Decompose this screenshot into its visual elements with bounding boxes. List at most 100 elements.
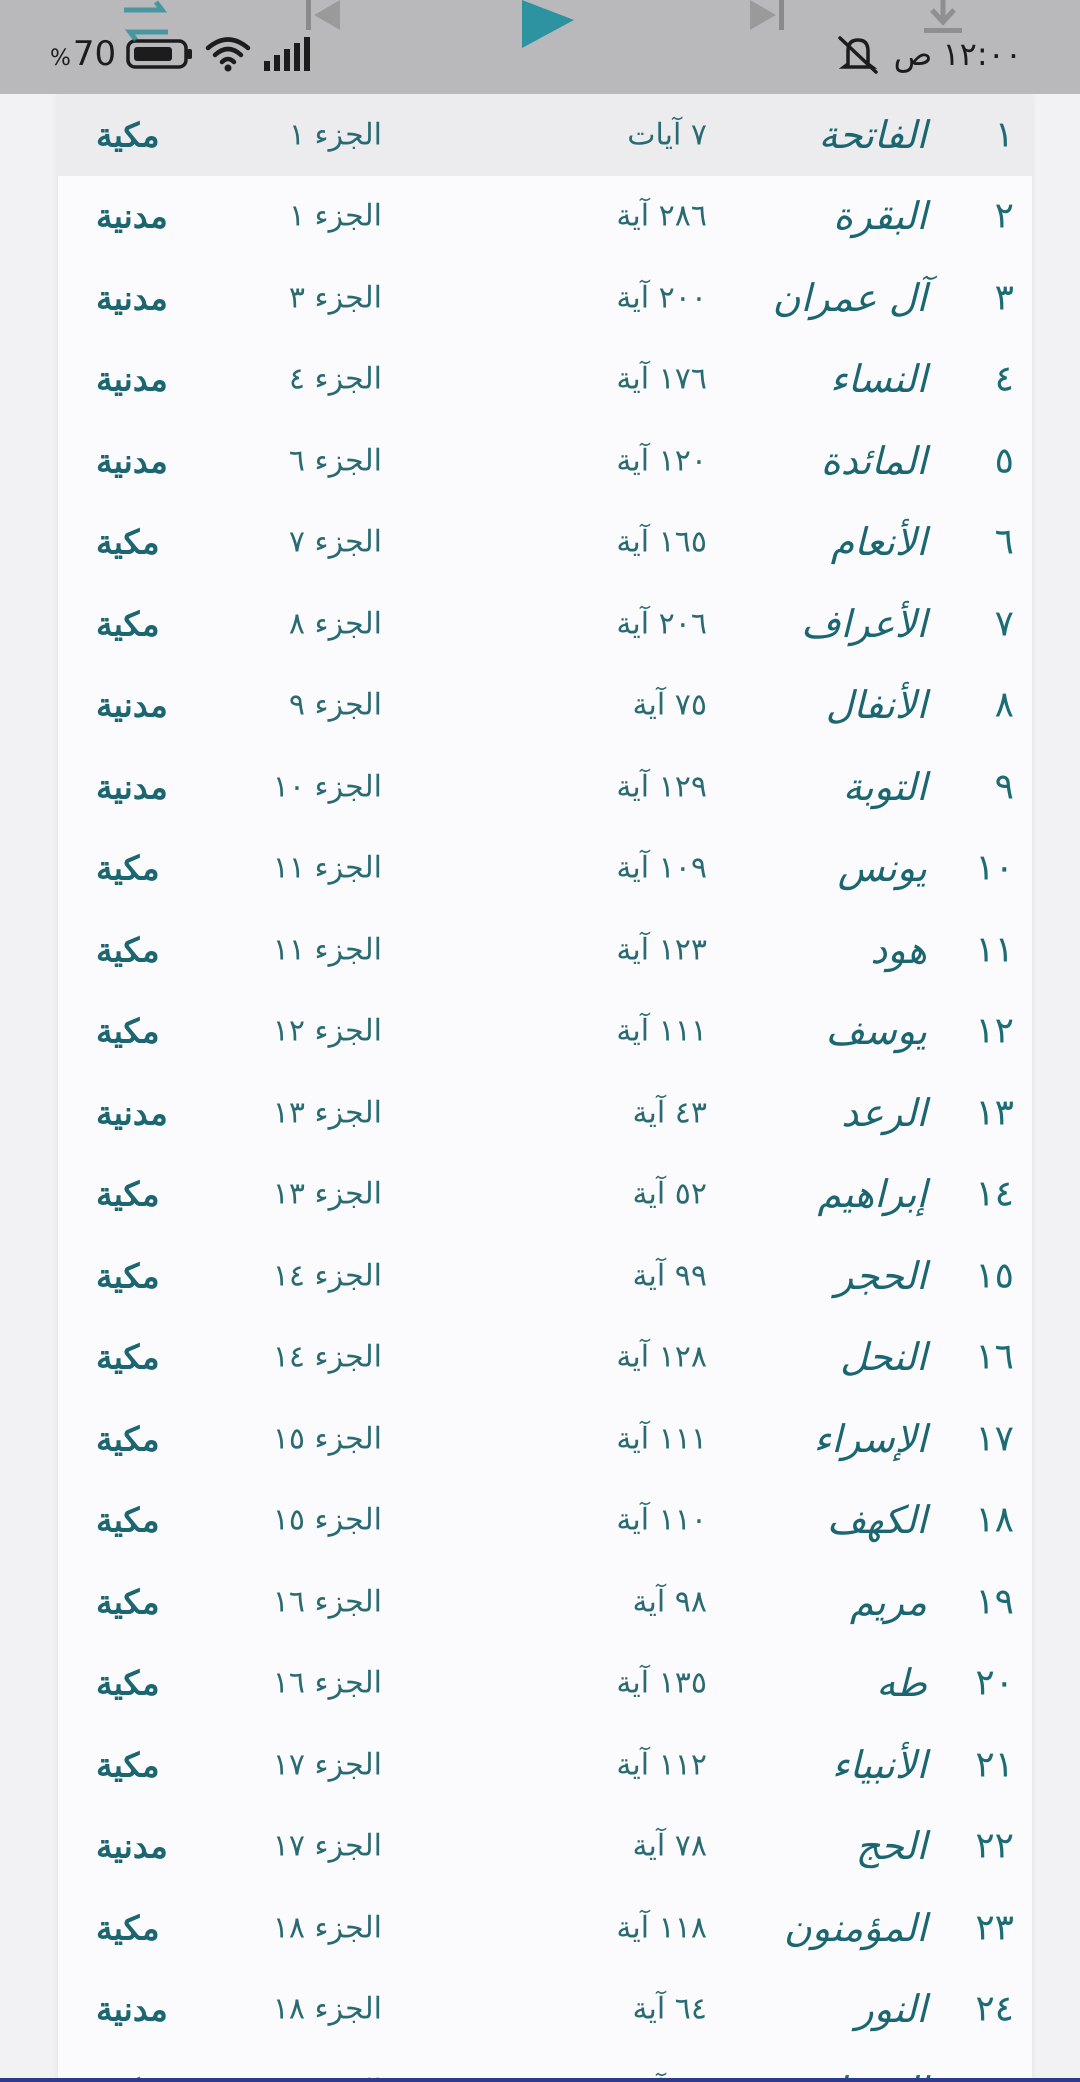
surah-juz: الجزء ١	[288, 198, 382, 234]
surah-ayat-count: ٤٣ آية	[632, 1095, 707, 1131]
surah-ayat-count: ٩٨ آية	[632, 1584, 707, 1620]
surah-ayat-count: ١٦٥ آية	[616, 524, 707, 560]
surah-row[interactable]: ٩ التوبة ١٢٩ آية الجزء ١٠ مدنية	[58, 746, 1032, 828]
surah-number: ٢٤	[975, 1988, 1014, 2030]
surah-revelation-type: مكية	[96, 1745, 160, 1785]
surah-row[interactable]: ١٠ يونس ١٠٩ آية الجزء ١١ مكية	[58, 828, 1032, 910]
surah-ayat-count: ٢٠٠ آية	[616, 280, 707, 316]
surah-row[interactable]: ٢٠ طه ١٣٥ آية الجزء ١٦ مكية	[58, 1643, 1032, 1725]
surah-number: ٢٠	[975, 1662, 1014, 1704]
surah-revelation-type: مدنية	[96, 278, 168, 318]
surah-juz: الجزء ١٠	[272, 769, 382, 805]
status-right: ١٢:٠٠ ص	[836, 32, 1022, 76]
surah-ayat-count: ١٢٣ آية	[616, 932, 707, 968]
clock: ١٢:٠٠ ص	[893, 35, 1022, 73]
surah-row[interactable]: ٢٤ النور ٦٤ آية الجزء ١٨ مدنية	[58, 1969, 1032, 2051]
surah-row[interactable]: ٢١ الأنبياء ١١٢ آية الجزء ١٧ مكية	[58, 1724, 1032, 1806]
surah-row[interactable]: ٦ الأنعام ١٦٥ آية الجزء ٧ مكية	[58, 502, 1032, 584]
surah-juz: الجزء ١٣	[272, 1095, 382, 1131]
surah-name: هود	[870, 927, 927, 972]
surah-juz: الجزء ١١	[272, 850, 382, 886]
surah-ayat-count: ١١١ آية	[616, 1013, 707, 1049]
surah-number: ٢١	[975, 1744, 1014, 1786]
play-icon[interactable]	[518, 0, 578, 52]
surah-revelation-type: مكية	[96, 1663, 160, 1703]
surah-ayat-count: ٦٤ آية	[632, 1991, 707, 2027]
battery-percent-symbol: %	[50, 46, 71, 71]
surah-row[interactable]: ١٥ الحجر ٩٩ آية الجزء ١٤ مكية	[58, 1235, 1032, 1317]
surah-revelation-type: مكية	[96, 1174, 160, 1214]
surah-revelation-type: مكية	[96, 1908, 160, 1948]
wifi-icon	[205, 37, 251, 72]
surah-ayat-count: ١٧٦ آية	[616, 361, 707, 397]
signal-icon	[264, 37, 311, 71]
surah-row[interactable]: ١٩ مريم ٩٨ آية الجزء ١٦ مكية	[58, 1561, 1032, 1643]
surah-row[interactable]: ٤ النساء ١٧٦ آية الجزء ٤ مدنية	[58, 339, 1032, 421]
surah-number: ٥	[994, 440, 1014, 482]
surah-row[interactable]: ١٦ النحل ١٢٨ آية الجزء ١٤ مكية	[58, 1317, 1032, 1399]
surah-juz: الجزء ١	[288, 117, 382, 153]
surah-juz: الجزء ١٥	[272, 1502, 382, 1538]
surah-row[interactable]: ١٣ الرعد ٤٣ آية الجزء ١٣ مدنية	[58, 1072, 1032, 1154]
surah-name: آل عمران	[772, 275, 927, 320]
surah-juz: الجزء ١٥	[272, 1421, 382, 1457]
surah-row[interactable]: ١٢ يوسف ١١١ آية الجزء ١٢ مكية	[58, 991, 1032, 1073]
surah-row[interactable]: ١٧ الإسراء ١١١ آية الجزء ١٥ مكية	[58, 1398, 1032, 1480]
status-left: % 70	[50, 32, 312, 76]
surah-row[interactable]: ٥ المائدة ١٢٠ آية الجزء ٦ مدنية	[58, 420, 1032, 502]
surah-number: ٦	[994, 521, 1014, 563]
surah-revelation-type: مدنية	[96, 1093, 168, 1133]
surah-number: ١٩	[975, 1581, 1014, 1623]
download-icon[interactable]	[920, 0, 966, 36]
surah-list[interactable]: ١ الفاتحة ٧ آيات الجزء ١ مكية ٢ البقرة ٢٨٦ آية ا…	[58, 94, 1032, 2082]
surah-row[interactable]: ١١ هود ١٢٣ آية الجزء ١١ مكية	[58, 909, 1032, 991]
surah-revelation-type: مدنية	[96, 196, 168, 236]
surah-number: ١٤	[975, 1173, 1014, 1215]
surah-row[interactable]: ١ الفاتحة ٧ آيات الجزء ١ مكية	[58, 94, 1032, 176]
surah-revelation-type: مدنية	[96, 441, 168, 481]
surah-row[interactable]: ١٨ الكهف ١١٠ آية الجزء ١٥ مكية	[58, 1480, 1032, 1562]
surah-juz: الجزء ١٧	[272, 1747, 382, 1783]
surah-ayat-count: ٩٩ آية	[632, 1258, 707, 1294]
surah-row[interactable]: ١٤ إبراهيم ٥٢ آية الجزء ١٣ مكية	[58, 1154, 1032, 1236]
surah-revelation-type: مكية	[96, 848, 160, 888]
surah-ayat-count: ٢٨٦ آية	[616, 198, 707, 234]
surah-number: ١٣	[975, 1092, 1014, 1134]
surah-revelation-type: مكية	[96, 1337, 160, 1377]
surah-name: الحجر	[834, 1253, 927, 1298]
surah-row[interactable]: ٢٣ المؤمنون ١١٨ آية الجزء ١٨ مكية	[58, 1887, 1032, 1969]
surah-name: يونس	[837, 846, 927, 891]
surah-name: الفاتحة	[818, 112, 927, 157]
surah-ayat-count: ١١٨ آية	[616, 1910, 707, 1946]
surah-juz: الجزء ١٣	[272, 1176, 382, 1212]
surah-ayat-count: ٢٠٦ آية	[616, 606, 707, 642]
surah-name: النساء	[830, 357, 927, 402]
surah-ayat-count: ٧٥ آية	[632, 687, 707, 723]
surah-revelation-type: مكية	[96, 930, 160, 970]
surah-row[interactable]: ٧ الأعراف ٢٠٦ آية الجزء ٨ مكية	[58, 583, 1032, 665]
surah-number: ١١	[975, 929, 1014, 971]
surah-row[interactable]: ٢ البقرة ٢٨٦ آية الجزء ١ مدنية	[58, 176, 1032, 258]
surah-juz: الجزء ٣	[288, 280, 382, 316]
surah-revelation-type: مكية	[96, 1500, 160, 1540]
surah-number: ٩	[994, 766, 1014, 808]
surah-row[interactable]: ٣ آل عمران ٢٠٠ آية الجزء ٣ مدنية	[58, 257, 1032, 339]
skip-next-icon[interactable]	[746, 0, 786, 34]
battery-percent-value: 70	[72, 34, 117, 74]
surah-juz: الجزء ١٨	[272, 1991, 382, 2027]
surah-juz: الجزء ١٨	[272, 1910, 382, 1946]
surah-row[interactable]: ٢٢ الحج ٧٨ آية الجزء ١٧ مدنية	[58, 1806, 1032, 1888]
surah-number: ١	[994, 114, 1014, 156]
surah-revelation-type: مدنية	[96, 767, 168, 807]
surah-revelation-type: مكية	[96, 1256, 160, 1296]
surah-revelation-type: مدنية	[96, 1826, 168, 1866]
surah-name: الأنبياء	[831, 1742, 927, 1787]
surah-number: ١٧	[975, 1418, 1014, 1460]
surah-revelation-type: مدنية	[96, 1989, 168, 2029]
surah-row[interactable]: ٨ الأنفال ٧٥ آية الجزء ٩ مدنية	[58, 665, 1032, 747]
skip-previous-icon[interactable]	[304, 0, 344, 34]
surah-ayat-count: ٧ آيات	[627, 117, 707, 153]
surah-revelation-type: مكية	[96, 115, 160, 155]
surah-revelation-type: مكية	[96, 604, 160, 644]
surah-juz: الجزء ٨	[288, 606, 382, 642]
